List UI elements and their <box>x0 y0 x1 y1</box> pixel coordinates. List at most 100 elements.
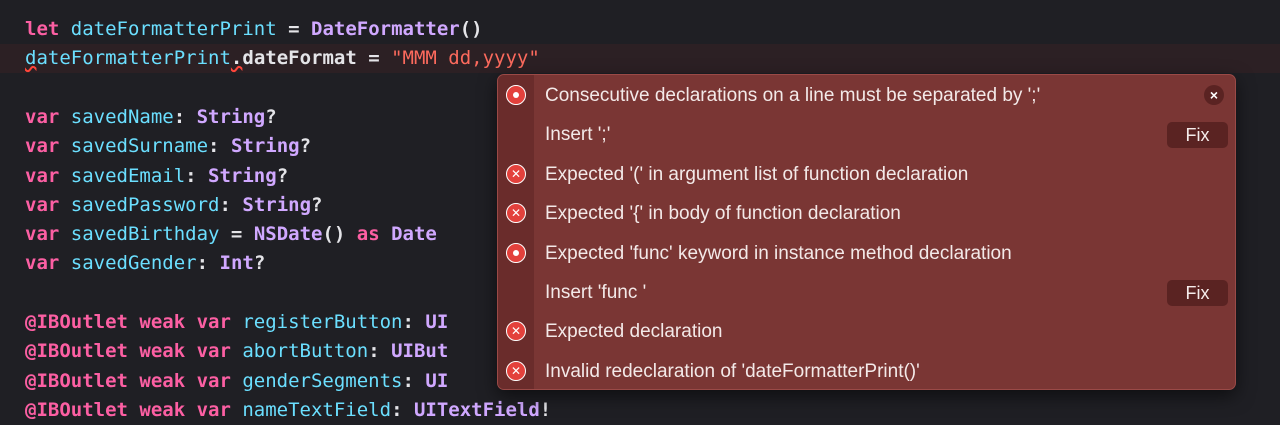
error-dot-icon <box>506 85 526 105</box>
code-token: ! <box>539 398 552 421</box>
code-line[interactable]: dateFormatterPrint.dateFormat = "MMM dd,… <box>0 44 1280 74</box>
code-token: savedName <box>70 105 174 128</box>
code-token: Int <box>219 252 254 275</box>
issue-row[interactable]: ✕ Invalid redeclaration of 'dateFormatter… <box>498 352 1235 389</box>
code-token: NSDate <box>253 223 323 246</box>
error-x-icon: ✕ <box>506 203 526 224</box>
code-line-text: var savedSurname: String? <box>25 132 311 161</box>
code-token: () <box>322 223 357 246</box>
code-token: @IBOutlet weak var <box>25 398 243 421</box>
code-line-text: @IBOutlet weak var genderSegments: UI <box>25 367 448 396</box>
code-line-text: var savedName: String? <box>25 103 277 132</box>
code-token: savedBirthday <box>70 223 220 246</box>
code-token: var <box>25 105 71 128</box>
code-token: : <box>402 369 426 392</box>
code-token: let <box>25 18 71 40</box>
code-line-text: dateFormatterPrint.dateFormat = "MMM dd,… <box>25 44 540 73</box>
error-x-icon: ✕ <box>506 163 526 184</box>
code-token: @IBOutlet weak var <box>25 369 243 392</box>
code-token: d <box>25 47 37 70</box>
code-token: var <box>25 135 71 158</box>
code-token: . <box>230 47 243 70</box>
code-token: () <box>459 18 483 40</box>
issue-row[interactable]: ✕ Expected '{' in body of function declar… <box>498 194 1235 233</box>
code-token: savedGender <box>70 252 197 275</box>
code-token: : <box>196 252 220 275</box>
code-token: ? <box>265 105 277 128</box>
code-token: UI <box>425 369 449 392</box>
code-token: var <box>25 164 71 187</box>
code-token: @IBOutlet weak var <box>25 311 243 333</box>
code-token: ateFormatterPrint <box>36 47 231 70</box>
issue-popover: Consecutive declarations on a line must … <box>497 74 1236 390</box>
code-token: Date <box>391 223 437 246</box>
code-line-text: @IBOutlet weak var nameTextField: UIText… <box>25 396 551 425</box>
code-token: : <box>208 135 231 158</box>
code-token: "MMM dd,yyyy" <box>391 47 540 70</box>
code-token: String <box>208 164 277 187</box>
code-token: savedPassword <box>70 193 220 216</box>
code-token: var <box>25 223 71 246</box>
fix-it-row[interactable]: Insert 'func ' Fix <box>498 273 1235 312</box>
code-token: genderSegments <box>242 369 403 392</box>
code-token: var <box>25 252 71 275</box>
code-token: : <box>402 311 426 333</box>
code-token: DateFormatter <box>311 18 460 40</box>
code-line-text: var savedPassword: String? <box>25 191 322 220</box>
code-token: savedEmail <box>70 164 186 187</box>
code-token: UIBut <box>391 340 449 363</box>
issue-message: Expected declaration <box>545 321 723 343</box>
code-token: ? <box>311 193 323 216</box>
code-token: String <box>230 135 300 158</box>
code-token: ? <box>276 164 289 187</box>
code-token: String <box>242 193 312 216</box>
code-token: UI <box>425 311 449 333</box>
fix-button[interactable]: Fix <box>1167 280 1228 306</box>
close-icon[interactable]: × <box>1204 85 1224 105</box>
code-line-text: @IBOutlet weak var registerButton: UI <box>25 308 448 337</box>
issue-row[interactable]: Expected 'func' keyword in instance meth… <box>498 234 1235 273</box>
code-token: : <box>368 340 392 363</box>
code-token: savedSurname <box>70 135 209 158</box>
code-line-text: let dateFormatterPrint = DateFormatter() <box>25 15 483 44</box>
issue-message: Expected '{' in body of function declara… <box>545 203 901 225</box>
fix-it-row[interactable]: Insert ';' Fix <box>498 115 1235 154</box>
issue-message: Insert ';' <box>545 124 611 146</box>
code-token: registerButton <box>242 311 403 333</box>
code-token: : <box>173 105 197 128</box>
code-line[interactable]: let dateFormatterPrint = DateFormatter() <box>0 15 1280 44</box>
code-token: nameTextField <box>242 398 392 421</box>
code-token: dateFormatterPrint <box>70 18 277 40</box>
issue-message: Consecutive declarations on a line must … <box>545 85 1041 106</box>
issue-message: Expected 'func' keyword in instance meth… <box>545 242 1012 264</box>
code-token: : <box>219 193 243 216</box>
issue-message: Insert 'func ' <box>545 282 647 303</box>
error-x-icon: ✕ <box>506 360 526 381</box>
code-token: = <box>219 223 254 246</box>
fix-button[interactable]: Fix <box>1167 122 1228 149</box>
code-token: : <box>185 164 209 187</box>
issue-row[interactable]: ✕ Expected '(' in argument list of functi… <box>498 155 1235 194</box>
issue-message: Expected '(' in argument list of functio… <box>545 163 969 185</box>
code-line[interactable]: @IBOutlet weak var nameTextField: UIText… <box>0 396 1280 425</box>
issue-row[interactable]: ✕ Expected declaration <box>498 312 1235 351</box>
code-line-text: var savedGender: Int? <box>25 249 265 278</box>
code-token: ? <box>253 252 266 275</box>
code-token: @IBOutlet weak var <box>25 340 243 363</box>
code-token: as <box>356 223 392 246</box>
error-x-icon: ✕ <box>506 321 526 342</box>
code-token: String <box>196 105 266 128</box>
code-token: UITextField <box>413 398 540 421</box>
code-token: ? <box>299 135 312 158</box>
code-line-text: @IBOutlet weak var abortButton: UIBut <box>25 337 448 366</box>
code-line-text: var savedEmail: String? <box>25 162 288 191</box>
code-token: abortButton <box>242 340 369 363</box>
code-line-text: var savedBirthday = NSDate() as Date <box>25 220 437 249</box>
error-dot-icon <box>506 242 526 263</box>
code-token: : <box>391 398 414 421</box>
issue-message: Invalid redeclaration of 'dateFormatterP… <box>545 360 920 382</box>
code-token: dateFormat = <box>242 47 392 70</box>
code-token: var <box>25 193 71 216</box>
issue-row[interactable]: Consecutive declarations on a line must … <box>498 76 1235 115</box>
code-token: = <box>276 18 311 40</box>
